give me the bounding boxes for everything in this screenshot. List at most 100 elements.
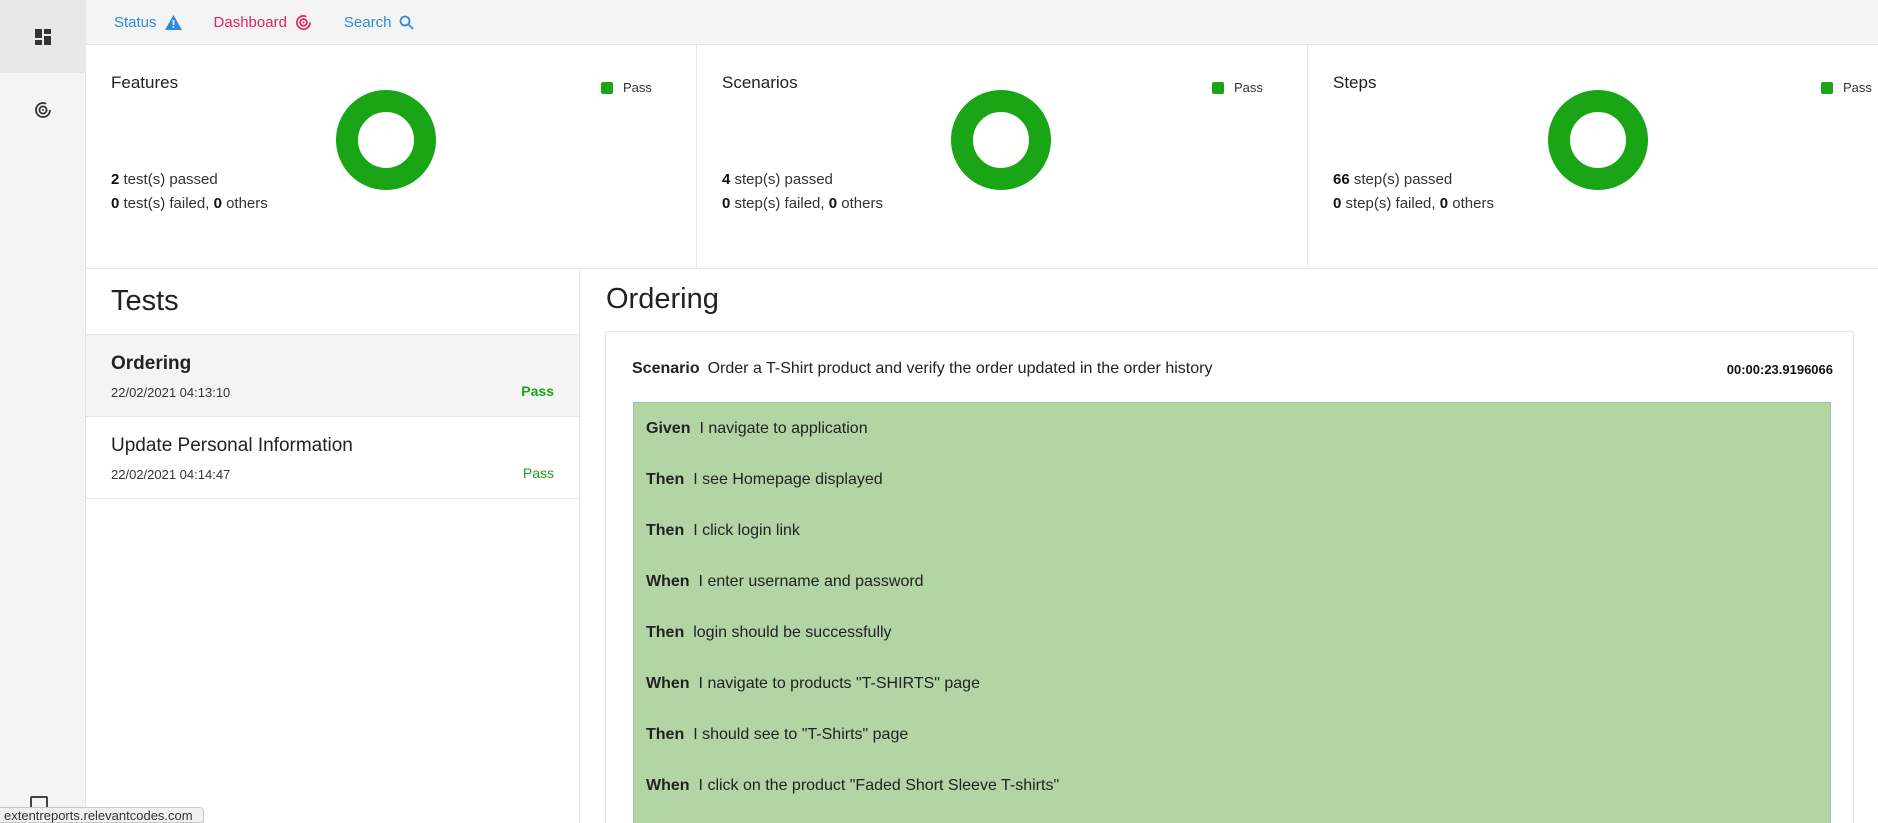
steps-donut-chart [1548,90,1648,190]
scenarios-card: Scenarios Pass 4 step(s) passed 0 step(s… [697,45,1308,269]
summary-section: Features Pass 2 test(s) passed 0 test(s)… [86,45,1878,269]
step-text: I see Homepage displayed [693,470,883,488]
sidebar-item-dashboard[interactable] [0,73,86,146]
steps-card: Steps Pass 66 step(s) passed 0 step(s) f… [1308,45,1878,269]
chart-legend[interactable]: Pass [601,80,652,95]
nav-dashboard-link[interactable]: Dashboard [214,14,312,31]
test-status-badge: Pass [522,465,554,481]
step-text: I enter username and password [698,572,924,590]
test-status-badge: Pass [521,383,554,399]
legend-swatch [1821,81,1833,94]
legend-swatch [1212,81,1224,94]
stat-failed: 0 step(s) failed, 0 others [722,195,883,212]
passed-text: step(s) passed [734,171,833,188]
dashboard-icon [34,101,52,119]
search-icon [399,15,415,30]
step-text: I should see to "T-Shirts" page [693,725,909,743]
step-keyword: When [646,572,690,590]
scenario-box: Scenario Order a T-Shirt product and veri… [605,331,1854,823]
passed-count: 2 [111,171,120,188]
step-keyword: When [646,776,690,794]
warning-icon [164,14,182,30]
scenario-name: Order a T-Shirt product and verify the o… [707,360,1213,377]
chart-legend[interactable]: Pass [1821,80,1872,95]
legend-label: Pass [1843,80,1872,95]
test-date: 22/02/2021 04:13:10 [111,385,231,400]
step-row: Then I click login link [634,505,1830,556]
card-title: Features [111,73,179,92]
features-card: Features Pass 2 test(s) passed 0 test(s)… [86,45,697,269]
others-count: 0 [828,195,838,212]
others-text: others [1452,195,1494,212]
step-text: login should be successfully [693,623,892,641]
statusbar-url: extentreports.relevantcodes.com [0,807,204,823]
legend-label: Pass [623,80,652,95]
failed-text: test(s) failed, [123,195,210,212]
features-donut-chart [336,90,436,190]
step-text: I click login link [693,521,800,539]
step-text: I navigate to products "T-SHIRTS" page [698,674,980,692]
chart-legend[interactable]: Pass [1212,80,1263,95]
others-text: others [841,195,883,212]
passed-count: 4 [722,171,731,188]
detail-title: Ordering [606,283,719,315]
failed-text: step(s) failed, [734,195,825,212]
step-text: I click on the product "Faded Short Slee… [698,776,1060,794]
dashboard-grid-icon [35,28,51,45]
step-keyword: When [646,674,690,692]
step-keyword: Then [646,521,685,539]
nav-status-label: Status [114,13,157,31]
step-keyword: Then [646,623,685,641]
stat-passed: 66 step(s) passed [1333,171,1452,188]
failed-count: 0 [111,195,120,212]
step-keyword: Given [646,419,691,437]
stat-passed: 2 test(s) passed [111,171,218,188]
nav-search-label: Search [343,13,392,31]
nav-status-link[interactable]: Status [114,14,182,31]
failed-text: step(s) failed, [1345,195,1436,212]
legend-swatch [601,81,613,94]
step-keyword: Then [646,725,685,743]
step-row: When I enter username and password [634,556,1830,607]
test-date: 22/02/2021 04:14:47 [111,467,231,482]
step-keyword: Then [646,470,685,488]
legend-label: Pass [1234,80,1263,95]
tests-panel: Tests Ordering 22/02/2021 04:13:10 Pass … [86,269,580,823]
failed-count: 0 [722,195,731,212]
step-row: Given I navigate to application [634,403,1830,454]
step-text: I navigate to application [699,419,868,437]
step-row: Then I should see to "T-Shirts" page [634,709,1830,760]
nav-search-link[interactable]: Search [344,14,415,31]
step-row: When I click on the product "Faded Short … [634,760,1830,811]
test-name: Update Personal Information [111,435,353,456]
scenario-duration: 00:00:23.9196066 [1726,362,1833,377]
scenario-label: Scenario [632,360,700,377]
others-count: 0 [213,195,222,212]
scenario-header[interactable]: Scenario Order a T-Shirt product and veri… [632,360,1212,378]
step-row: Then login should be successfully [634,607,1830,658]
step-row: Then I see Homepage displayed [634,454,1830,505]
test-item-ordering[interactable]: Ordering 22/02/2021 04:13:10 Pass [86,335,579,417]
test-name: Ordering [111,353,192,374]
passed-count: 66 [1333,171,1350,188]
card-title: Steps [1333,73,1377,92]
passed-text: test(s) passed [123,171,218,188]
step-row: When I navigate to products "T-SHIRTS" pa… [634,658,1830,709]
sidebar [0,0,86,823]
sidebar-item-tests[interactable] [0,0,86,73]
test-item-update-personal-information[interactable]: Update Personal Information 22/02/2021 0… [86,417,579,499]
scenarios-donut-chart [951,90,1051,190]
card-title: Scenarios [722,73,798,92]
others-count: 0 [1439,195,1449,212]
test-detail-panel: Ordering Scenario Order a T-Shirt product… [580,269,1878,823]
steps-list: Given I navigate to application Then I see… [633,402,1831,823]
others-text: others [226,195,268,212]
nav-dashboard-label: Dashboard [213,13,287,31]
dashboard-icon [295,14,312,31]
top-nav: Status Dashboard Search [86,0,1878,45]
stat-failed: 0 step(s) failed, 0 others [1333,195,1494,212]
stat-failed: 0 test(s) failed, 0 others [111,195,268,212]
tests-heading: Tests [86,269,579,335]
passed-text: step(s) passed [1353,171,1453,188]
stat-passed: 4 step(s) passed [722,171,833,188]
